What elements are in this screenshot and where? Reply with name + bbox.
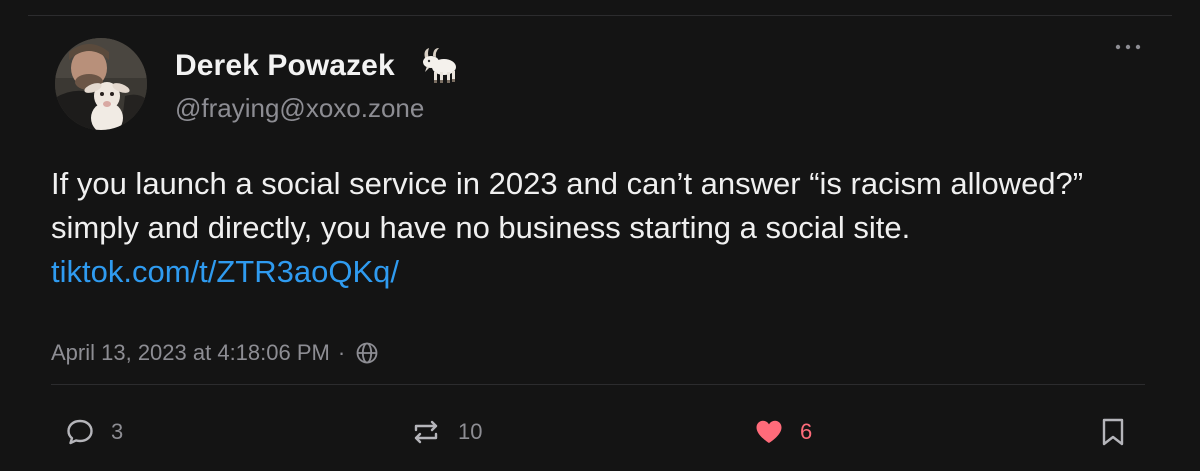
top-divider [28, 15, 1172, 16]
boost-icon [414, 420, 438, 444]
post-link[interactable]: tiktok.com/t/ZTR3aoQKq/ [51, 254, 399, 289]
post-timestamp[interactable]: April 13, 2023 at 4:18:06 PM [51, 340, 330, 366]
meta-separator: · [337, 340, 346, 365]
avatar[interactable] [55, 38, 147, 130]
reply-button[interactable]: 3 [65, 415, 123, 449]
reply-icon [67, 419, 93, 445]
post-body: If you launch a social service in 2023 a… [51, 162, 1161, 294]
post-text: If you launch a social service in 2023 a… [51, 166, 1084, 245]
heart-icon [756, 420, 782, 443]
more-icon[interactable] [1112, 36, 1144, 58]
goat-icon [423, 48, 456, 83]
avatar-image [55, 38, 147, 130]
author-handle[interactable]: @fraying@xoxo.zone [175, 92, 424, 124]
boost-count: 10 [458, 419, 483, 444]
like-button[interactable]: 6 [754, 415, 812, 449]
bookmark-icon [1102, 418, 1124, 446]
boost-button[interactable]: 10 [410, 415, 482, 449]
post-meta: April 13, 2023 at 4:18:06 PM · [51, 338, 379, 368]
post-card: Derek Powazek @fraying@xoxo.zone If you … [0, 0, 1200, 471]
globe-icon [356, 342, 378, 364]
author-display-name[interactable]: Derek Powazek [175, 48, 395, 84]
like-count: 6 [800, 419, 813, 444]
bookmark-button[interactable] [1100, 415, 1126, 449]
reply-count: 3 [111, 419, 124, 444]
actions-divider [51, 384, 1145, 385]
